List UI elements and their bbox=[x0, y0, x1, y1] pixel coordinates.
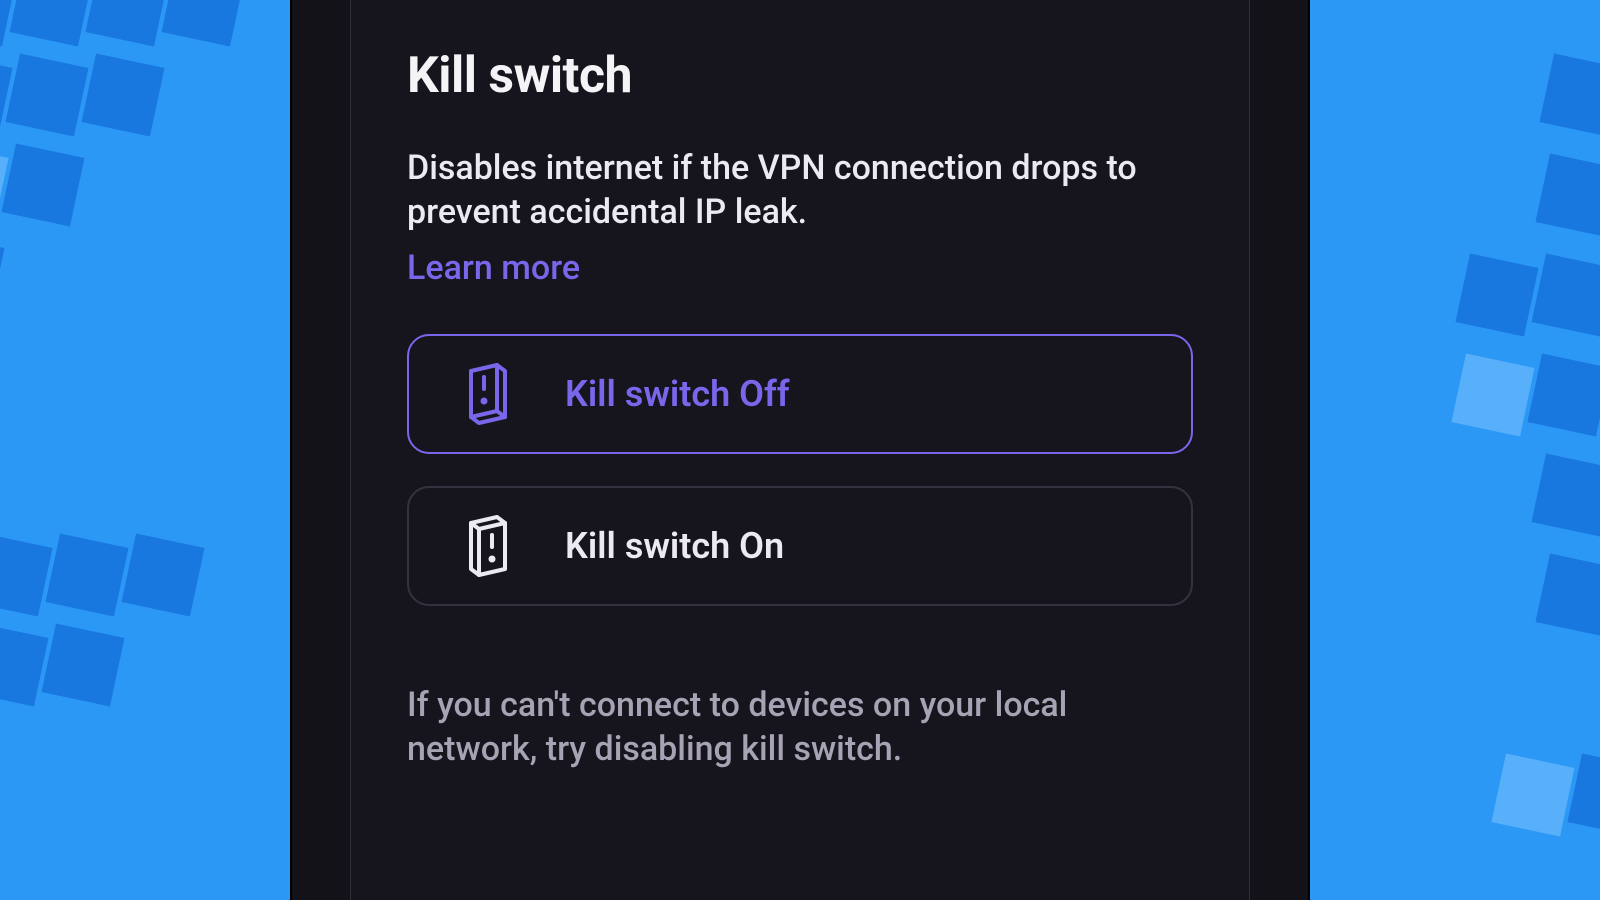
kill-switch-settings-card: Kill switch Disables internet if the VPN… bbox=[350, 0, 1250, 900]
option-kill-switch-off[interactable]: Kill switch Off bbox=[407, 334, 1193, 454]
panel-title: Kill switch bbox=[407, 47, 1193, 105]
vpn-app-window: Kill switch Disables internet if the VPN… bbox=[290, 0, 1310, 900]
kill-switch-on-icon bbox=[465, 515, 511, 577]
kill-switch-off-icon bbox=[465, 363, 511, 425]
option-label: Kill switch Off bbox=[565, 373, 790, 415]
panel-hint: If you can't connect to devices on your … bbox=[407, 684, 1193, 771]
option-kill-switch-on[interactable]: Kill switch On bbox=[407, 486, 1193, 606]
learn-more-link[interactable]: Learn more bbox=[407, 248, 580, 288]
panel-description: Disables internet if the VPN connection … bbox=[407, 147, 1193, 234]
kill-switch-options: Kill switch Off Kill switch On bbox=[407, 334, 1193, 606]
option-label: Kill switch On bbox=[565, 525, 784, 567]
